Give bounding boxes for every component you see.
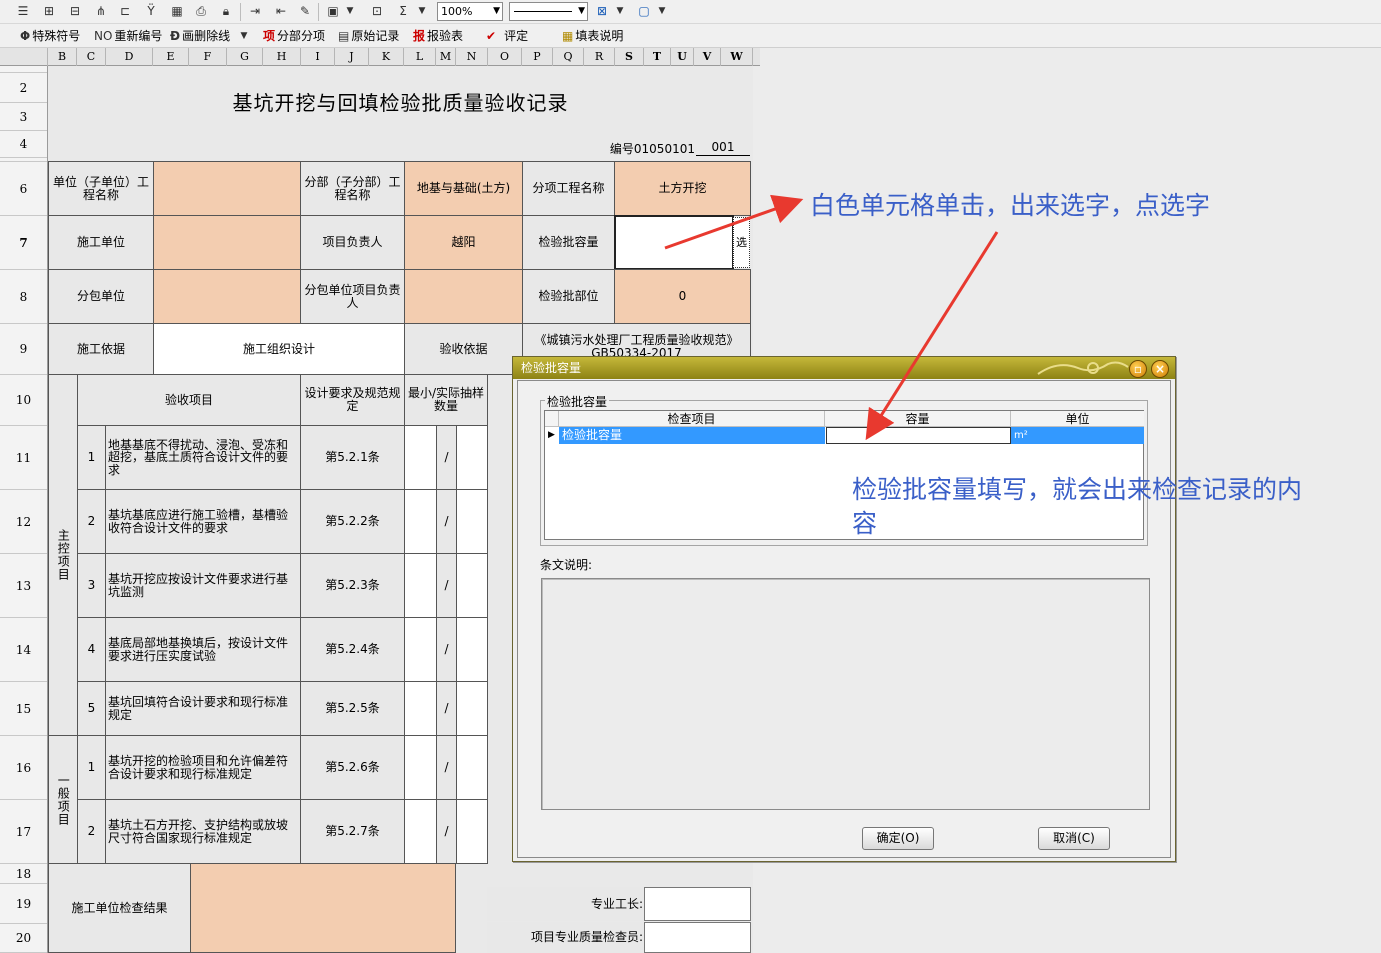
annotation-top: 白色单元格单击，出来选字，点选字 [810, 191, 1211, 220]
annotation-middle-line1: 检验批容量填写，就会出来检查记录的内 [852, 475, 1303, 504]
arrow-to-cell [664, 194, 804, 250]
annotation-middle-line2: 容 [852, 509, 878, 538]
arrow-to-capacity [865, 231, 999, 441]
